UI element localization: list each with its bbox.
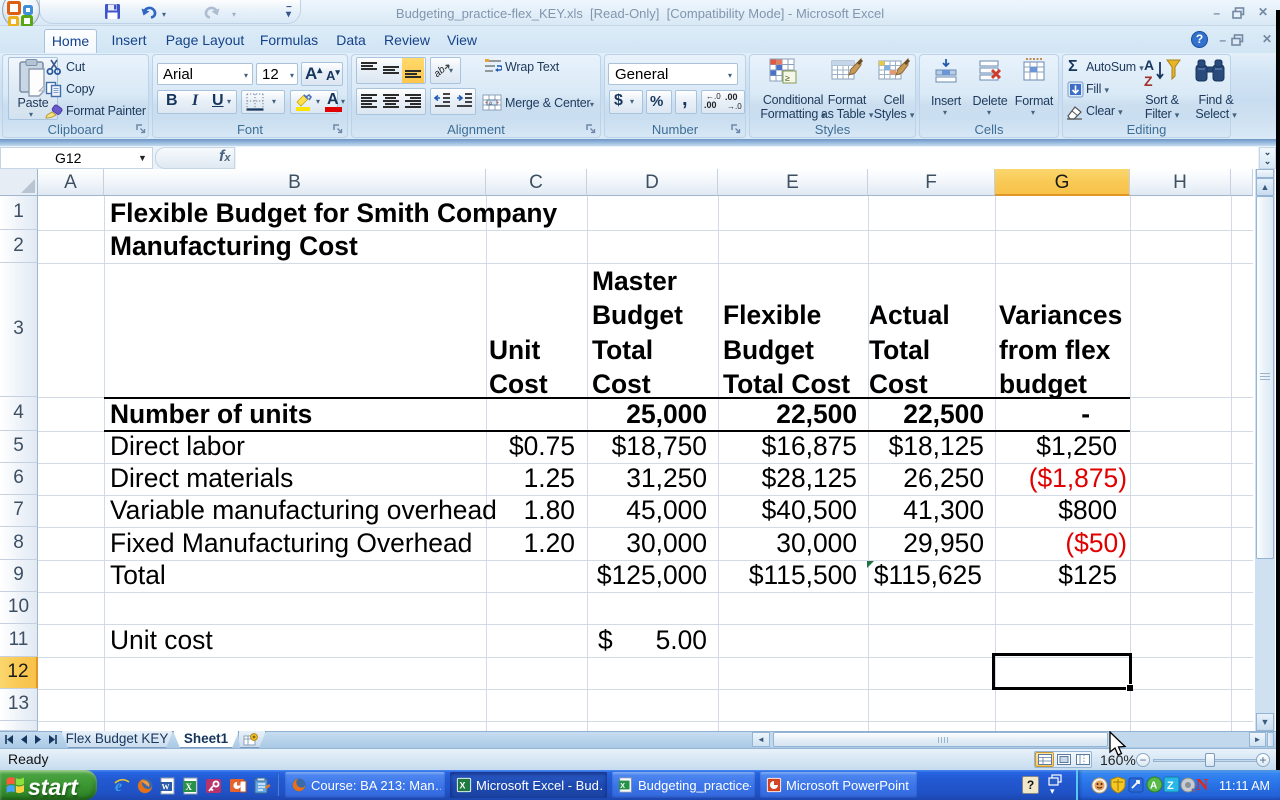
svg-text:→.0: →.0 (727, 102, 742, 111)
svg-text:X: X (460, 781, 466, 791)
svg-text:a: a (489, 100, 492, 107)
svg-text:←.0: ←.0 (706, 92, 721, 101)
svg-text:W: W (162, 783, 170, 792)
svg-text:.00: .00 (704, 100, 717, 110)
svg-text:X: X (186, 782, 193, 792)
svg-text:A: A (1144, 57, 1154, 73)
svg-text:.00: .00 (725, 92, 738, 102)
svg-text:Z: Z (1144, 73, 1153, 88)
svg-text:X: X (620, 782, 625, 790)
svg-text:≥: ≥ (785, 73, 790, 83)
svg-text:Z: Z (1167, 780, 1174, 792)
svg-text:A: A (1150, 781, 1157, 792)
